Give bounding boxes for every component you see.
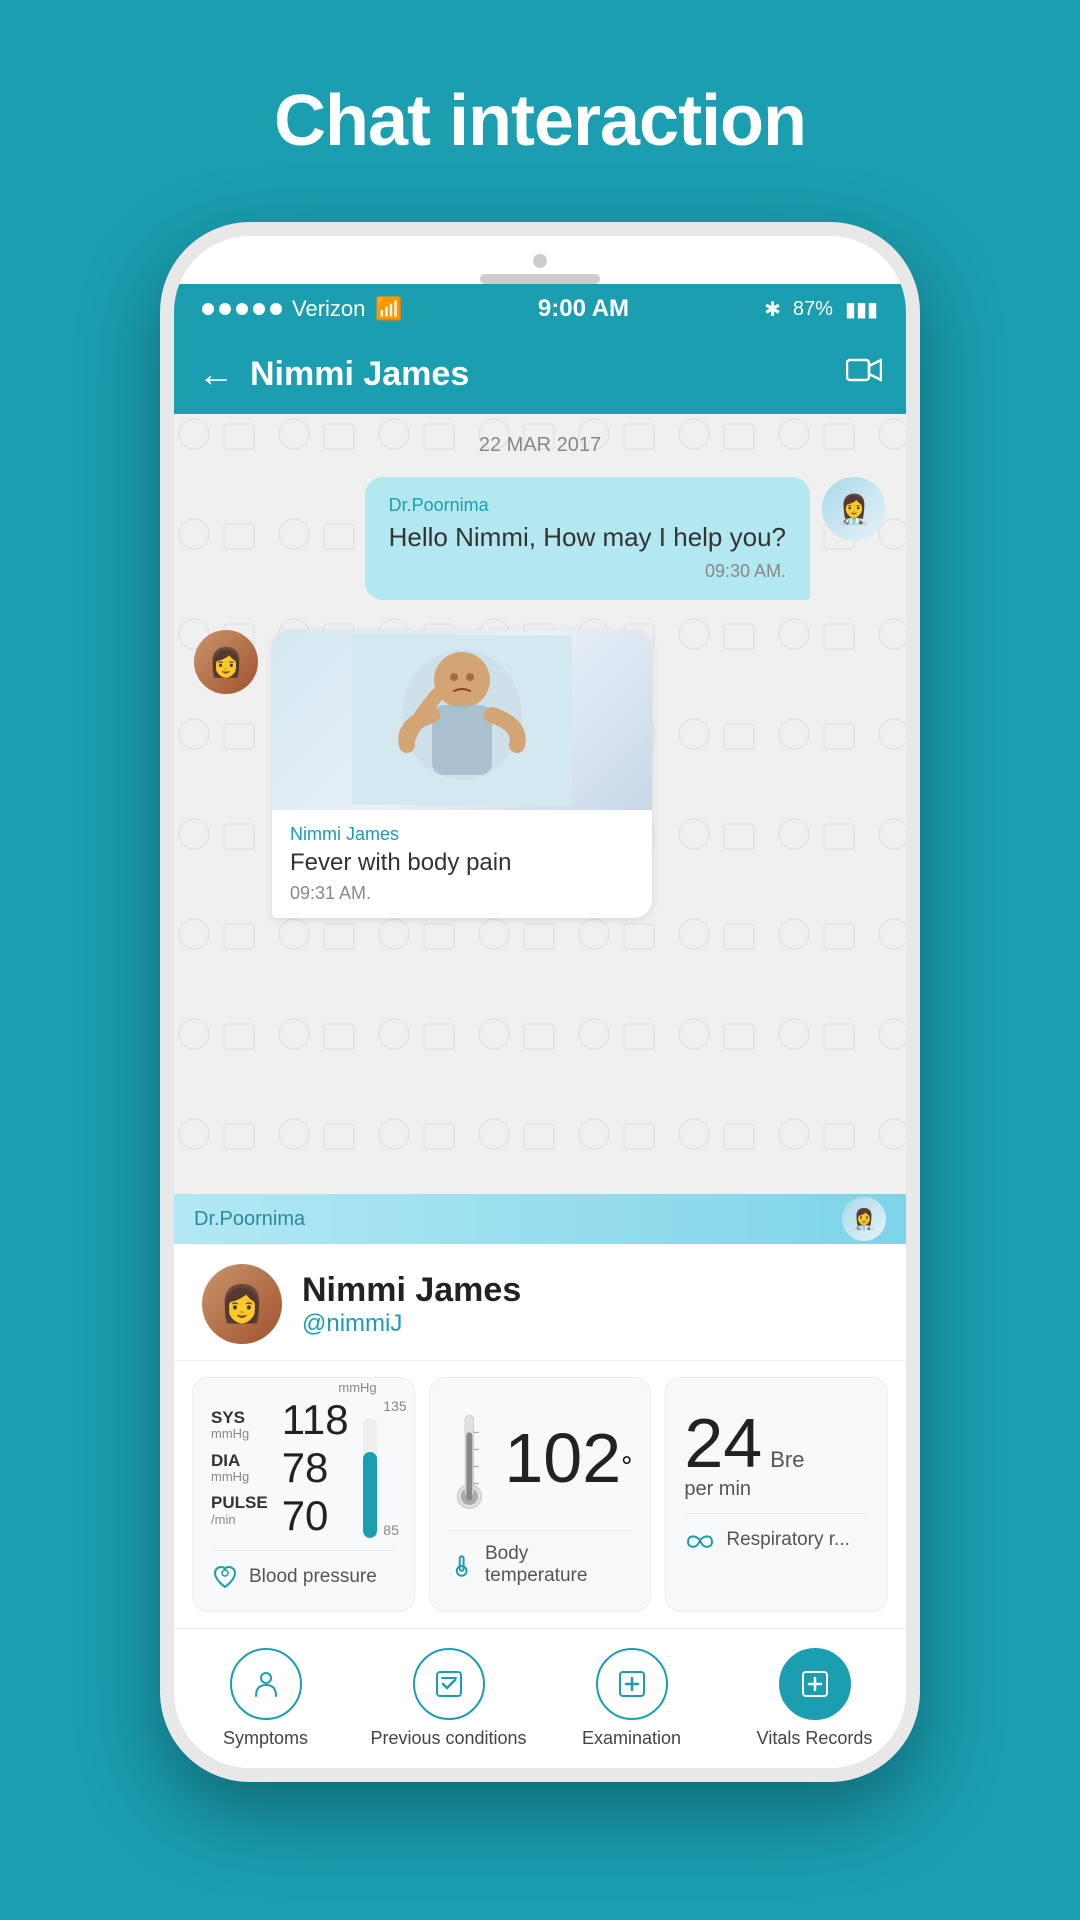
vitals-records-label: Vitals Records <box>757 1728 873 1749</box>
front-camera <box>533 254 547 268</box>
back-button[interactable]: ← <box>198 353 234 395</box>
dia-value: 78 <box>282 1447 349 1489</box>
vitals-section: SYS mmHg DIA mmHg PULSE /min 11 <box>174 1361 906 1628</box>
temp-degree: ° <box>621 1451 632 1482</box>
nav-item-symptoms[interactable]: Symptoms <box>174 1648 357 1749</box>
previous-conditions-icon <box>413 1648 485 1720</box>
pulse-value: 70 <box>282 1495 349 1537</box>
bottom-nav: Symptoms Previous conditions <box>174 1628 906 1768</box>
phone-shell: Verizon 📶 9:00 AM ✱ 87% ▮▮▮ ← Nimmi Jame… <box>160 222 920 1782</box>
symptoms-label: Symptoms <box>223 1728 308 1749</box>
body-temperature-label: Body temperature <box>485 1543 632 1587</box>
doctor-sender-name: Dr.Poornima <box>389 495 786 516</box>
typing-bar: Dr.Poornima 👩‍⚕️ <box>174 1194 906 1244</box>
blood-pressure-card: SYS mmHg DIA mmHg PULSE /min 11 <box>192 1377 415 1612</box>
signal-dot-2 <box>219 303 231 315</box>
page-title: Chat interaction <box>274 80 806 162</box>
nav-header: ← Nimmi James <box>174 334 906 414</box>
doctor-avatar: 👩‍⚕️ <box>822 477 886 541</box>
signal-dot-4 <box>253 303 265 315</box>
signal-dot-3 <box>236 303 248 315</box>
status-bar: Verizon 📶 9:00 AM ✱ 87% ▮▮▮ <box>174 284 906 334</box>
carrier-name: Verizon <box>292 296 365 322</box>
previous-conditions-label: Previous conditions <box>370 1728 526 1749</box>
profile-avatar: 👩 <box>202 1264 282 1344</box>
video-call-button[interactable] <box>846 356 882 392</box>
patient-message-text: Fever with body pain <box>290 849 634 877</box>
profile-section: 👩 Nimmi James @nimmiJ <box>174 1244 906 1361</box>
examination-label: Examination <box>582 1728 681 1749</box>
pulse-abbr: PULSE <box>211 1494 268 1513</box>
thermometer-icon <box>448 1398 491 1518</box>
profile-handle: @nimmiJ <box>302 1310 521 1338</box>
patient-avatar: 👩 <box>194 630 258 694</box>
bluetooth-icon: ✱ <box>764 297 781 322</box>
nav-item-previous-conditions[interactable]: Previous conditions <box>357 1648 540 1749</box>
pulse-unit: /min <box>211 1513 268 1527</box>
typing-name: Dr.Poornima <box>194 1208 828 1231</box>
phone-speaker <box>480 274 600 284</box>
patient-message: 👩 <box>194 630 886 918</box>
phone-top <box>174 236 906 284</box>
resp-per-min: per min <box>684 1478 751 1500</box>
dia-unit: mmHg <box>211 1470 268 1484</box>
typing-avatar: 👩‍⚕️ <box>842 1197 886 1241</box>
bp-marker-high: 135 <box>383 1398 406 1414</box>
chat-date: 22 MAR 2017 <box>194 434 886 457</box>
volume-up-button[interactable] <box>160 436 168 496</box>
dia-abbr: DIA <box>211 1452 268 1471</box>
sys-unit: mmHg <box>211 1427 268 1441</box>
battery-icon: ▮▮▮ <box>845 297 878 322</box>
volume-down-button[interactable] <box>160 516 168 576</box>
blood-pressure-label: Blood pressure <box>249 1566 377 1588</box>
respiratory-card: 24 Bre per min Respiratory r... <box>665 1377 888 1612</box>
examination-icon <box>596 1648 668 1720</box>
vitals-records-icon <box>779 1648 851 1720</box>
doctor-message: Dr.Poornima Hello Nimmi, How may I help … <box>194 477 886 600</box>
symptoms-icon <box>230 1648 302 1720</box>
status-time: 9:00 AM <box>538 295 629 323</box>
sys-abbr: SYS <box>211 1409 268 1428</box>
doctor-message-bubble: Dr.Poornima Hello Nimmi, How may I help … <box>365 477 810 600</box>
doctor-message-time: 09:30 AM. <box>389 561 786 582</box>
nav-item-vitals-records[interactable]: Vitals Records <box>723 1648 906 1749</box>
battery-percent: 87% <box>793 298 833 321</box>
chat-area: 22 MAR 2017 Dr.Poornima Hello Nimmi, How… <box>174 414 906 1244</box>
chat-contact-name: Nimmi James <box>250 355 469 394</box>
temp-value: 102 <box>504 1419 621 1497</box>
body-temperature-card: 102° Body temperature <box>429 1377 652 1612</box>
patient-message-bubble: Nimmi James Fever with body pain 09:31 A… <box>272 630 652 918</box>
patient-name-label: Nimmi James <box>290 824 634 845</box>
resp-unit: Bre <box>770 1447 804 1473</box>
nav-item-examination[interactable]: Examination <box>540 1648 723 1749</box>
resp-value: 24 <box>684 1408 762 1478</box>
bp-marker-low: 85 <box>383 1522 406 1538</box>
signal-dot-5 <box>270 303 282 315</box>
doctor-message-text: Hello Nimmi, How may I help you? <box>389 522 786 553</box>
resp-label: Respiratory r... <box>726 1529 850 1551</box>
patient-message-time: 09:31 AM. <box>290 883 634 904</box>
signal-dot-1 <box>202 303 214 315</box>
power-button[interactable] <box>912 486 920 586</box>
bp-bar <box>363 1418 377 1538</box>
sys-value: 118 <box>282 1399 349 1441</box>
wifi-icon: 📶 <box>375 296 402 322</box>
profile-name: Nimmi James <box>302 1271 521 1310</box>
bp-mmhg-label: mmHg <box>338 1380 376 1395</box>
